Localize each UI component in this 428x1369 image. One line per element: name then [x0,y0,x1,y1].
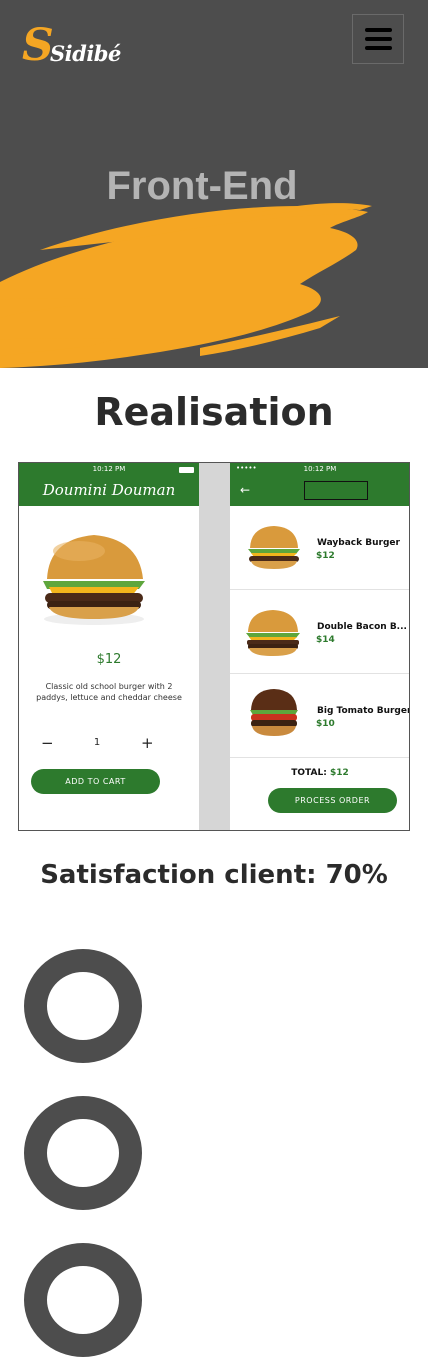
item-name: Double Bacon B... [317,622,407,632]
cart-screen: ••••• 10:12 PM ← Wayback Burger $12 Doub… [230,463,409,830]
status-time: 10:12 PM [92,465,126,473]
satisfaction-label: Satisfaction client: 70% [40,860,388,890]
hamburger-icon [364,37,392,41]
product-detail-screen: 10:12 PM Doumini Douman $12 Classic old … [19,463,199,830]
realisation-title: Realisation [94,390,334,434]
progress-ring [24,1096,142,1210]
burger-image [248,526,300,569]
item-price: $10 [316,719,335,729]
process-order-button[interactable]: PROCESS ORDER [268,788,397,813]
burger-image [43,535,145,625]
plus-icon[interactable]: + [141,735,154,751]
site-logo[interactable]: S Sidibé [22,24,122,72]
item-name: Wayback Burger [317,538,400,548]
product-description: Classic old school burger with 2 paddys,… [36,682,182,702]
logo-initial: S [22,20,54,71]
product-price: $12 [96,652,122,667]
hamburger-icon [364,28,392,32]
status-time: 10:12 PM [303,465,337,473]
total-value: $12 [329,768,349,778]
hero-banner: S Sidibé Front-End [0,0,428,368]
item-name: Big Tomato Burger [317,706,409,716]
app-mockup-image: 10:12 PM Doumini Douman $12 Classic old … [18,462,410,831]
item-price: $14 [316,635,335,645]
progress-ring [24,1243,142,1357]
list-item[interactable]: Double Bacon B... $14 [230,590,409,674]
quantity-value: 1 [93,737,101,748]
list-item[interactable]: Wayback Burger $12 [230,506,409,590]
menu-button[interactable] [352,14,404,64]
cart-total: TOTAL: $12 [230,768,409,778]
burger-image [246,610,300,656]
back-arrow-icon[interactable]: ← [240,483,250,497]
header-title-box [304,481,368,500]
logo-text: Sidibé [50,41,121,66]
app-header: 10:12 PM Doumini Douman [19,463,199,506]
add-to-cart-button[interactable]: ADD TO CART [31,769,160,794]
hamburger-icon [364,46,392,50]
minus-icon[interactable]: − [41,735,54,751]
progress-ring [24,949,142,1063]
app-brand: Doumini Douman [42,481,176,499]
burger-image [250,689,298,736]
battery-icon [179,467,194,473]
list-item[interactable]: Big Tomato Burger $10 [230,674,409,758]
item-price: $12 [316,551,335,561]
total-label: TOTAL: [291,768,330,778]
hero-title: Front-End [106,164,298,208]
mockup-divider [199,463,230,830]
app-header: ••••• 10:12 PM ← [230,463,409,506]
